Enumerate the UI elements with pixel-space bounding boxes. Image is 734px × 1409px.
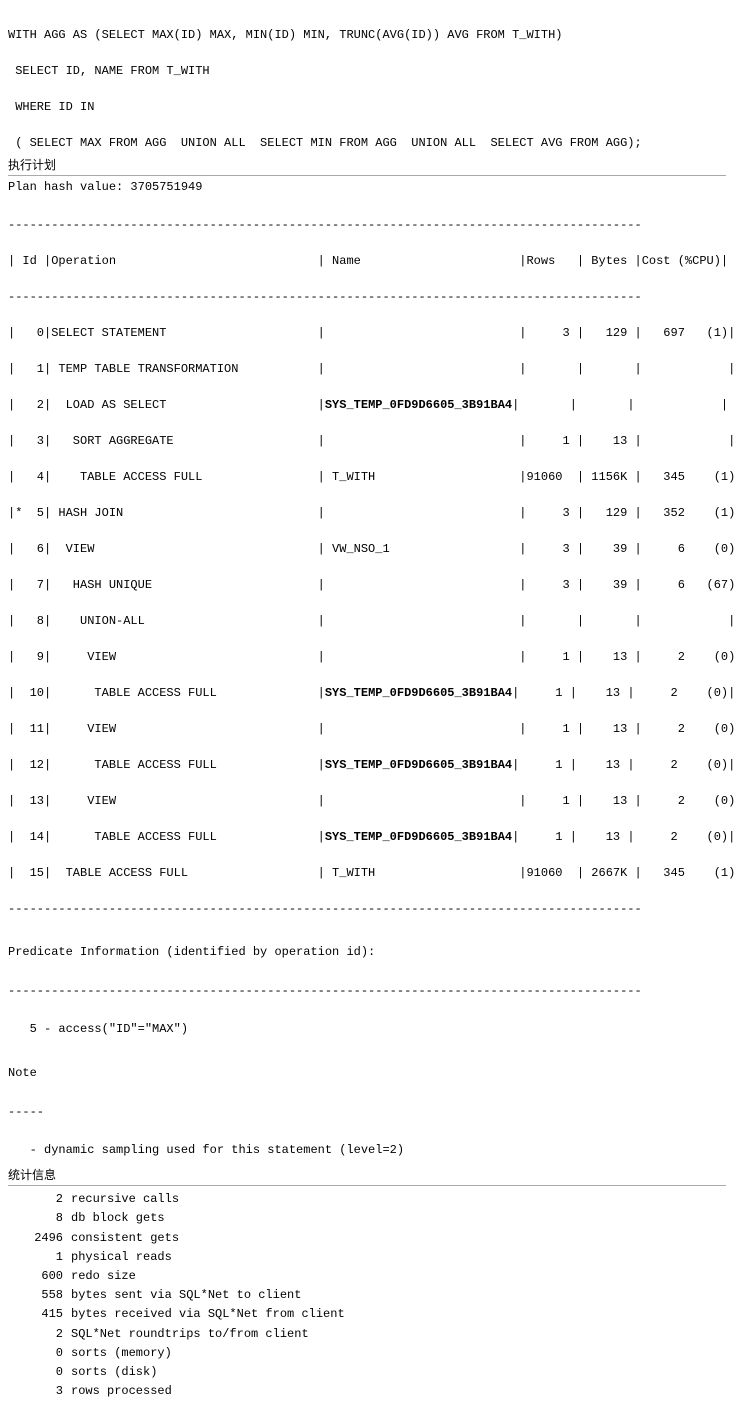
stats-label: physical reads <box>71 1248 172 1267</box>
plan-header: | Id |Operation | Name |Rows | Bytes |Co… <box>8 254 728 268</box>
stats-num: 3 <box>8 1382 63 1401</box>
plan-divider-header: ----------------------------------------… <box>8 290 642 304</box>
plan-row-1: | 1| TEMP TABLE TRANSFORMATION | | | | | <box>8 362 734 376</box>
sql-block: WITH AGG AS (SELECT MAX(ID) MAX, MIN(ID)… <box>8 8 726 152</box>
plan-table-divider-top: ----------------------------------------… <box>8 218 642 232</box>
plan-table-divider-bottom: ----------------------------------------… <box>8 902 642 916</box>
note-section: Note ----- - dynamic sampling used for t… <box>8 1045 726 1160</box>
plan-row-6: | 6| VIEW | VW_NSO_1 | 3 | 39 | 6 (0)| <box>8 542 734 556</box>
plan-row-7: | 7| HASH UNIQUE | | 3 | 39 | 6 (67)| <box>8 578 734 592</box>
sql-line1: WITH AGG AS (SELECT MAX(ID) MAX, MIN(ID)… <box>8 28 563 42</box>
stats-line: 2 SQL*Net roundtrips to/from client <box>8 1325 726 1344</box>
stats-num: 8 <box>8 1209 63 1228</box>
stats-label: sorts (disk) <box>71 1363 157 1382</box>
plan-row-9: | 9| VIEW | | 1 | 13 | 2 (0)| <box>8 650 734 664</box>
plan-row-10: | 10| TABLE ACCESS FULL |SYS_TEMP_0FD9D6… <box>8 686 734 700</box>
predicate-title: Predicate Information (identified by ope… <box>8 945 375 959</box>
plan-row-0: | 0|SELECT STATEMENT | | 3 | 129 | 697 (… <box>8 326 734 340</box>
sql-line4: ( SELECT MAX FROM AGG UNION ALL SELECT M… <box>8 136 642 150</box>
stats-num: 2 <box>8 1325 63 1344</box>
stats-num: 1 <box>8 1248 63 1267</box>
plan-table-wrapper: ----------------------------------------… <box>8 198 726 918</box>
stats-num: 600 <box>8 1267 63 1286</box>
plan-row-3: | 3| SORT AGGREGATE | | 1 | 13 | | <box>8 434 734 448</box>
stats-label: rows processed <box>71 1382 172 1401</box>
divider-2 <box>8 1185 726 1186</box>
predicate-divider: ----------------------------------------… <box>8 984 642 998</box>
plan-row-2: | 2| LOAD AS SELECT |SYS_TEMP_0FD9D6605_… <box>8 398 728 412</box>
stats-num: 415 <box>8 1305 63 1324</box>
stats-line: 558 bytes sent via SQL*Net to client <box>8 1286 726 1305</box>
stats-line: 3 rows processed <box>8 1382 726 1401</box>
execution-plan-label: 执行计划 <box>8 156 726 173</box>
note-title: Note <box>8 1066 37 1080</box>
stats-line: 1 physical reads <box>8 1248 726 1267</box>
stats-label: SQL*Net roundtrips to/from client <box>71 1325 309 1344</box>
statistics-block: 2 recursive calls 8 db block gets 2496 consis… <box>8 1190 726 1401</box>
stats-label: bytes received via SQL*Net from client <box>71 1305 345 1324</box>
plan-row-4: | 4| TABLE ACCESS FULL | T_WITH |91060 |… <box>8 470 734 484</box>
stats-line: 2496 consistent gets <box>8 1229 726 1248</box>
plan-row-8: | 8| UNION-ALL | | | | | <box>8 614 734 628</box>
stats-label: sorts (memory) <box>71 1344 172 1363</box>
stats-label: bytes sent via SQL*Net to client <box>71 1286 301 1305</box>
stats-num: 0 <box>8 1344 63 1363</box>
plan-row-13: | 13| VIEW | | 1 | 13 | 2 (0)| <box>8 794 734 808</box>
stats-label: db block gets <box>71 1209 165 1228</box>
plan-row-12: | 12| TABLE ACCESS FULL |SYS_TEMP_0FD9D6… <box>8 758 734 772</box>
stats-label: recursive calls <box>71 1190 179 1209</box>
plan-hash-value: Plan hash value: 3705751949 <box>8 180 726 194</box>
statistics-label: 统计信息 <box>8 1166 726 1183</box>
predicate-section: Predicate Information (identified by ope… <box>8 924 726 1039</box>
divider-1 <box>8 175 726 176</box>
plan-row-11: | 11| VIEW | | 1 | 13 | 2 (0)| <box>8 722 734 736</box>
predicate-item-1: 5 - access("ID"="MAX") <box>8 1022 188 1036</box>
stats-num: 558 <box>8 1286 63 1305</box>
stats-num: 2496 <box>8 1229 63 1248</box>
sql-line3: WHERE ID IN <box>8 100 94 114</box>
stats-num: 2 <box>8 1190 63 1209</box>
stats-line: 415 bytes received via SQL*Net from clien… <box>8 1305 726 1324</box>
plan-row-15: | 15| TABLE ACCESS FULL | T_WITH |91060 … <box>8 866 734 880</box>
note-item-1: - dynamic sampling used for this stateme… <box>8 1143 404 1157</box>
stats-line: 600 redo size <box>8 1267 726 1286</box>
stats-line: 2 recursive calls <box>8 1190 726 1209</box>
sql-line2: SELECT ID, NAME FROM T_WITH <box>8 64 210 78</box>
stats-label: redo size <box>71 1267 136 1286</box>
stats-line: 0 sorts (memory) <box>8 1344 726 1363</box>
note-divider: ----- <box>8 1105 44 1119</box>
stats-line: 8 db block gets <box>8 1209 726 1228</box>
stats-line: 0 sorts (disk) <box>8 1363 726 1382</box>
stats-label: consistent gets <box>71 1229 179 1248</box>
plan-row-5: |* 5| HASH JOIN | | 3 | 129 | 352 (1)| <box>8 506 734 520</box>
stats-num: 0 <box>8 1363 63 1382</box>
plan-row-14: | 14| TABLE ACCESS FULL |SYS_TEMP_0FD9D6… <box>8 830 734 844</box>
